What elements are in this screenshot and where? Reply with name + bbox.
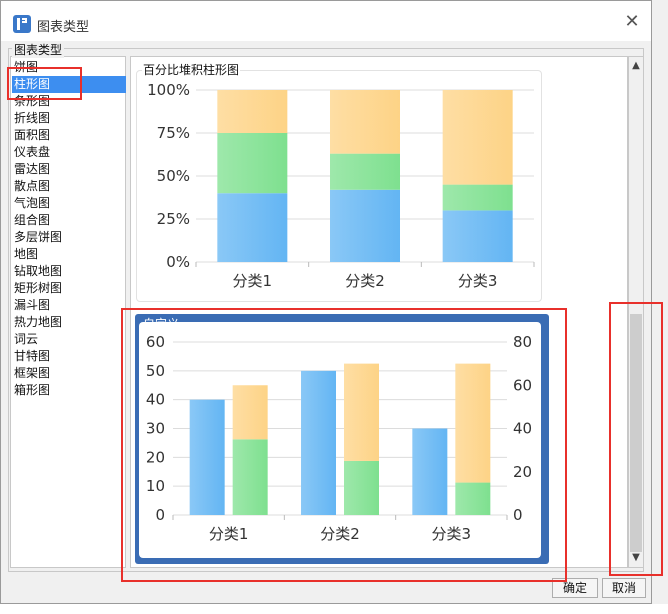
right-y-tick-label: 0 xyxy=(513,506,523,524)
close-icon[interactable]: ✕ xyxy=(621,11,643,33)
dialog-title: 图表类型 xyxy=(37,20,90,35)
bar xyxy=(412,428,448,515)
chart-type-item[interactable]: 饼图 xyxy=(12,59,126,76)
chart-type-item[interactable]: 仪表盘 xyxy=(12,144,126,161)
scroll-up-icon[interactable]: ▲ xyxy=(629,59,643,73)
chart-type-item[interactable]: 折线图 xyxy=(12,110,126,127)
right-y-tick-label: 60 xyxy=(513,376,532,394)
bar-segment xyxy=(442,184,513,211)
chart-type-item[interactable]: 热力地图 xyxy=(12,314,126,331)
bar-segment xyxy=(455,482,491,515)
app-logo-icon xyxy=(13,15,31,33)
chart-type-item[interactable]: 矩形树图 xyxy=(12,280,126,297)
chart-type-item[interactable]: 钻取地图 xyxy=(12,263,126,280)
custom-combo-chart: 0 10 20 30 40 50 60 0 20 40 60 80 分类1 分类2 分类3 xyxy=(146,333,532,543)
bar-segment xyxy=(232,439,268,515)
left-y-tick-label: 40 xyxy=(146,391,165,409)
bar xyxy=(189,399,225,515)
bar-segment xyxy=(330,189,400,262)
bar-segment xyxy=(217,193,288,262)
bar-segment xyxy=(344,460,379,515)
chart-type-item[interactable]: 甘特图 xyxy=(12,348,126,365)
right-y-tick-label: 20 xyxy=(513,463,532,481)
bar-segment xyxy=(330,153,400,190)
bar-segment xyxy=(344,363,379,461)
chart-type-item[interactable]: 柱形图 xyxy=(12,76,126,93)
preview-scrollbar[interactable]: ▲ ▼ xyxy=(628,56,644,568)
bar-segment xyxy=(217,90,288,133)
bar-segment xyxy=(217,133,288,194)
title-bar: 图表类型 ✕ xyxy=(1,1,651,41)
background-sheet xyxy=(0,604,668,614)
chart-type-item[interactable]: 地图 xyxy=(12,246,126,263)
bar-segment xyxy=(442,210,513,262)
x-tick-label: 分类2 xyxy=(345,272,385,290)
right-y-tick-label: 40 xyxy=(513,420,532,438)
group-label: 图表类型 xyxy=(12,41,65,58)
y-tick-label: 25% xyxy=(157,210,190,228)
bar xyxy=(301,370,336,515)
chart-type-list[interactable]: 饼图 柱形图 条形图 折线图 面积图 仪表盘 雷达图 散点图 气泡图 组合图 多层饼图 地图 钻取地图矩… xyxy=(10,56,126,568)
chart-type-item[interactable]: 条形图 xyxy=(12,93,126,110)
chart-type-item[interactable]: 面积图 xyxy=(12,127,126,144)
y-tick-label: 75% xyxy=(157,124,190,142)
percent-stacked-chart: 0% 25% 50% 75% 100% 分类1 分类2 分类3 xyxy=(147,81,535,290)
preview-percent-stacked-label: 百分比堆积柱形图 xyxy=(142,61,241,78)
bar-segment xyxy=(232,385,268,440)
cancel-button[interactable]: 取消 xyxy=(602,578,646,598)
chart-type-item[interactable]: 多层饼图 xyxy=(12,229,126,246)
y-tick-label: 100% xyxy=(147,81,190,99)
x-tick-label: 分类1 xyxy=(233,272,273,290)
scroll-down-icon[interactable]: ▼ xyxy=(629,551,643,565)
x-tick-label: 分类1 xyxy=(209,525,249,543)
x-tick-label: 分类3 xyxy=(432,525,472,543)
scroll-thumb[interactable] xyxy=(630,314,642,552)
ok-button[interactable]: 确定 xyxy=(552,578,598,598)
x-tick-label: 分类2 xyxy=(320,525,360,543)
chart-type-item[interactable]: 雷达图 xyxy=(12,161,126,178)
y-tick-label: 50% xyxy=(157,167,190,185)
chart-type-item[interactable]: 词云 xyxy=(12,331,126,348)
right-y-tick-label: 80 xyxy=(513,333,532,351)
bar-segment xyxy=(330,90,400,154)
left-y-tick-label: 50 xyxy=(146,362,165,380)
left-y-tick-label: 20 xyxy=(146,448,165,466)
chart-type-item[interactable]: 散点图 xyxy=(12,178,126,195)
left-y-tick-label: 60 xyxy=(146,333,165,351)
left-y-tick-label: 0 xyxy=(155,506,165,524)
left-y-tick-label: 10 xyxy=(146,477,165,495)
chart-type-item[interactable]: 漏斗图 xyxy=(12,297,126,314)
chart-type-item[interactable]: 组合图 xyxy=(12,212,126,229)
bar-segment xyxy=(455,363,491,483)
bar-segment xyxy=(442,90,513,185)
x-tick-label: 分类3 xyxy=(458,272,498,290)
chart-type-item[interactable]: 框架图 xyxy=(12,365,126,382)
chart-type-item[interactable]: 气泡图 xyxy=(12,195,126,212)
chart-type-item[interactable]: 箱形图 xyxy=(12,382,126,399)
left-y-tick-label: 30 xyxy=(146,420,165,438)
y-tick-label: 0% xyxy=(166,253,190,271)
